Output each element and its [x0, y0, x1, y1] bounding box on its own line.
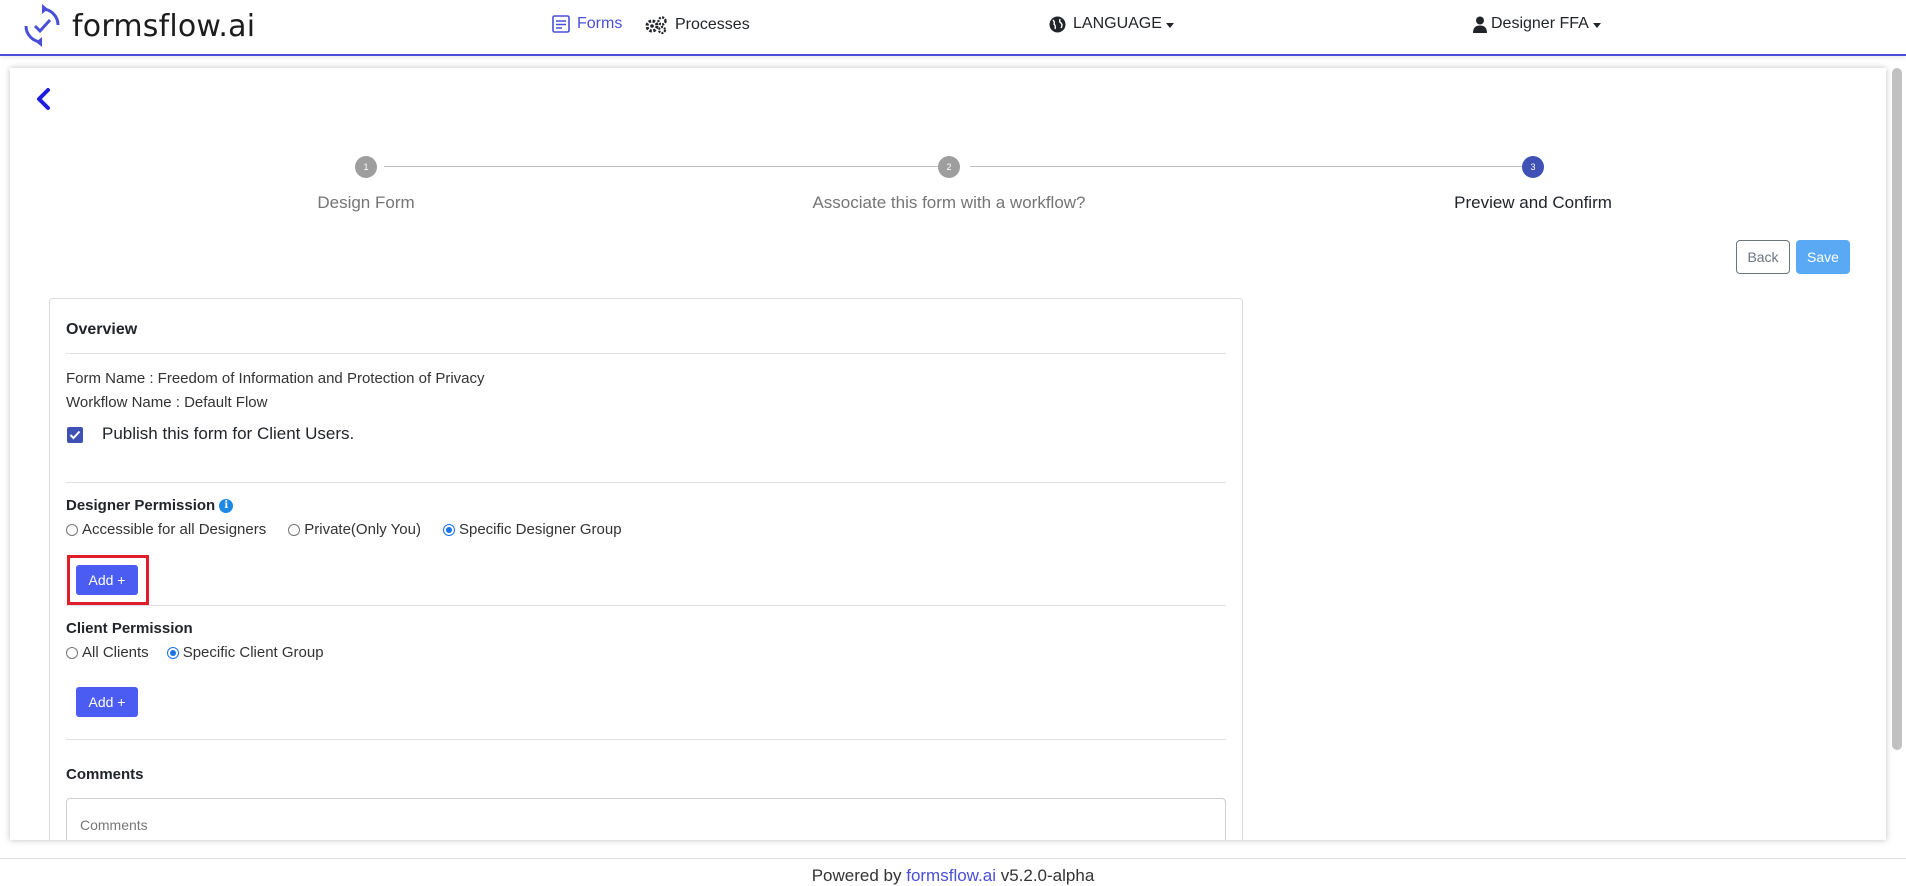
- radio-button-checked[interactable]: [442, 523, 455, 536]
- language-dropdown[interactable]: LANGUAGE: [1049, 15, 1174, 33]
- footer: Powered by formsflow.ai v5.2.0-alpha: [0, 858, 1906, 885]
- radio-all-clients[interactable]: All Clients: [66, 644, 149, 661]
- divider: [66, 605, 1226, 606]
- nav-processes[interactable]: Processes: [644, 15, 750, 35]
- stepper-line-1: [384, 166, 948, 167]
- comments-title: Comments: [66, 766, 144, 783]
- radio-button[interactable]: [288, 523, 301, 536]
- globe-icon: [1049, 16, 1066, 33]
- brand-name: formsflow.ai: [72, 8, 256, 44]
- form-name-text: Form Name : Freedom of Information and P…: [66, 370, 485, 387]
- highlight-box: [67, 555, 149, 605]
- checkmark-icon: [69, 430, 81, 440]
- step-2-label: Associate this form with a workflow?: [812, 193, 1086, 212]
- formsflow-logo-icon: [24, 4, 60, 47]
- back-button[interactable]: Back: [1736, 240, 1790, 274]
- radio-all-designers[interactable]: Accessible for all Designers: [66, 521, 266, 538]
- stepper-line-2: [970, 166, 1534, 167]
- top-navbar: formsflow.ai Forms Processes LANGUAGE De…: [0, 0, 1906, 56]
- divider: [66, 353, 1226, 354]
- radio-specific-designer-group[interactable]: Specific Designer Group: [442, 521, 622, 538]
- step-2-indicator: 2: [938, 156, 960, 178]
- user-dropdown[interactable]: Designer FFA: [1473, 15, 1601, 33]
- client-permission-title: Client Permission: [66, 620, 193, 637]
- info-icon[interactable]: i: [219, 498, 234, 513]
- overview-title: Overview: [66, 321, 138, 338]
- vertical-scrollbar[interactable]: [1892, 68, 1902, 750]
- user-label: Designer FFA: [1491, 15, 1589, 32]
- nav-processes-label: Processes: [675, 16, 750, 33]
- brand[interactable]: formsflow.ai: [22, 4, 255, 48]
- publish-checkbox[interactable]: [67, 427, 83, 443]
- radio-button-checked[interactable]: [166, 646, 179, 659]
- step-3-label: Preview and Confirm: [1454, 193, 1612, 212]
- radio-specific-client-group[interactable]: Specific Client Group: [166, 644, 324, 661]
- step-1-indicator: 1: [355, 156, 377, 178]
- nav-forms[interactable]: Forms: [552, 15, 622, 33]
- user-icon: [1473, 16, 1487, 33]
- workflow-name-text: Workflow Name : Default Flow: [66, 394, 268, 411]
- add-client-group-button[interactable]: Add +: [76, 687, 138, 717]
- gears-icon: [644, 15, 668, 35]
- overview-card: Overview Form Name : Freedom of Informat…: [49, 298, 1243, 840]
- designer-permission-options: Accessible for all Designers Private(Onl…: [66, 521, 644, 538]
- radio-private[interactable]: Private(Only You): [288, 521, 421, 538]
- radio-button[interactable]: [66, 523, 78, 536]
- caret-down-icon: [1592, 22, 1601, 28]
- main-content: 1 2 3 Design Form Associate this form wi…: [10, 68, 1886, 840]
- divider: [66, 482, 1226, 483]
- comments-textarea[interactable]: Comments: [66, 798, 1226, 840]
- forms-icon: [552, 15, 570, 33]
- footer-link[interactable]: formsflow.ai: [906, 866, 996, 885]
- language-label: LANGUAGE: [1073, 15, 1162, 32]
- client-permission-options: All Clients Specific Client Group: [66, 644, 346, 661]
- step-1-label: Design Form: [317, 193, 415, 212]
- designer-permission-title: Designer Permission i: [66, 497, 234, 514]
- caret-down-icon: [1165, 22, 1174, 28]
- save-button[interactable]: Save: [1796, 240, 1850, 274]
- divider: [66, 739, 1226, 740]
- radio-button[interactable]: [66, 646, 78, 659]
- back-arrow-icon[interactable]: [34, 86, 54, 112]
- nav-forms-label: Forms: [577, 15, 623, 32]
- step-3-indicator: 3: [1522, 156, 1544, 178]
- publish-label: Publish this form for Client Users.: [102, 424, 355, 443]
